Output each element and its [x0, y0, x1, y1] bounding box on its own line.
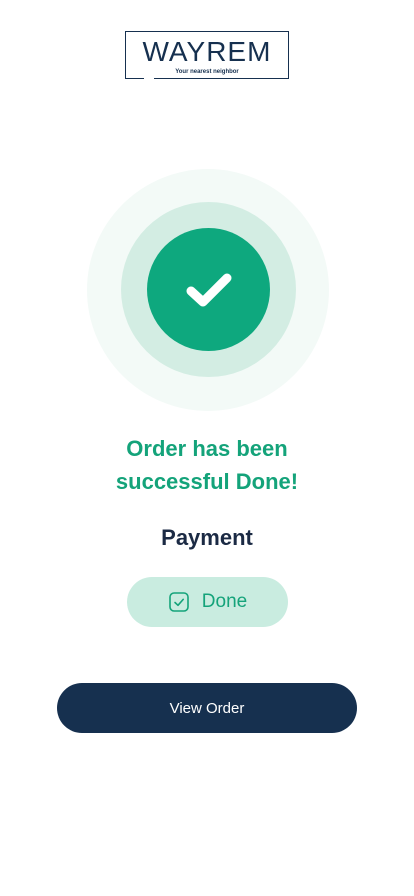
check-square-icon — [168, 592, 189, 612]
logo-wordmark: WAYREM — [142, 36, 272, 67]
payment-label: Payment — [161, 525, 253, 550]
success-message-line2: successful Done! — [115, 469, 299, 494]
wayrem-logo: WAYREM Your nearest neighbor — [125, 31, 289, 80]
success-message: Order has been successful Done! — [57, 432, 357, 498]
payment-status-text: Done — [201, 591, 248, 612]
logo-notch — [144, 74, 154, 80]
success-message-line1: Order has been — [126, 436, 288, 461]
view-order-button[interactable]: View Order — [57, 683, 357, 733]
payment-status-badge: Done — [127, 577, 288, 627]
checkmark-icon — [186, 273, 231, 306]
success-badge — [147, 228, 270, 351]
